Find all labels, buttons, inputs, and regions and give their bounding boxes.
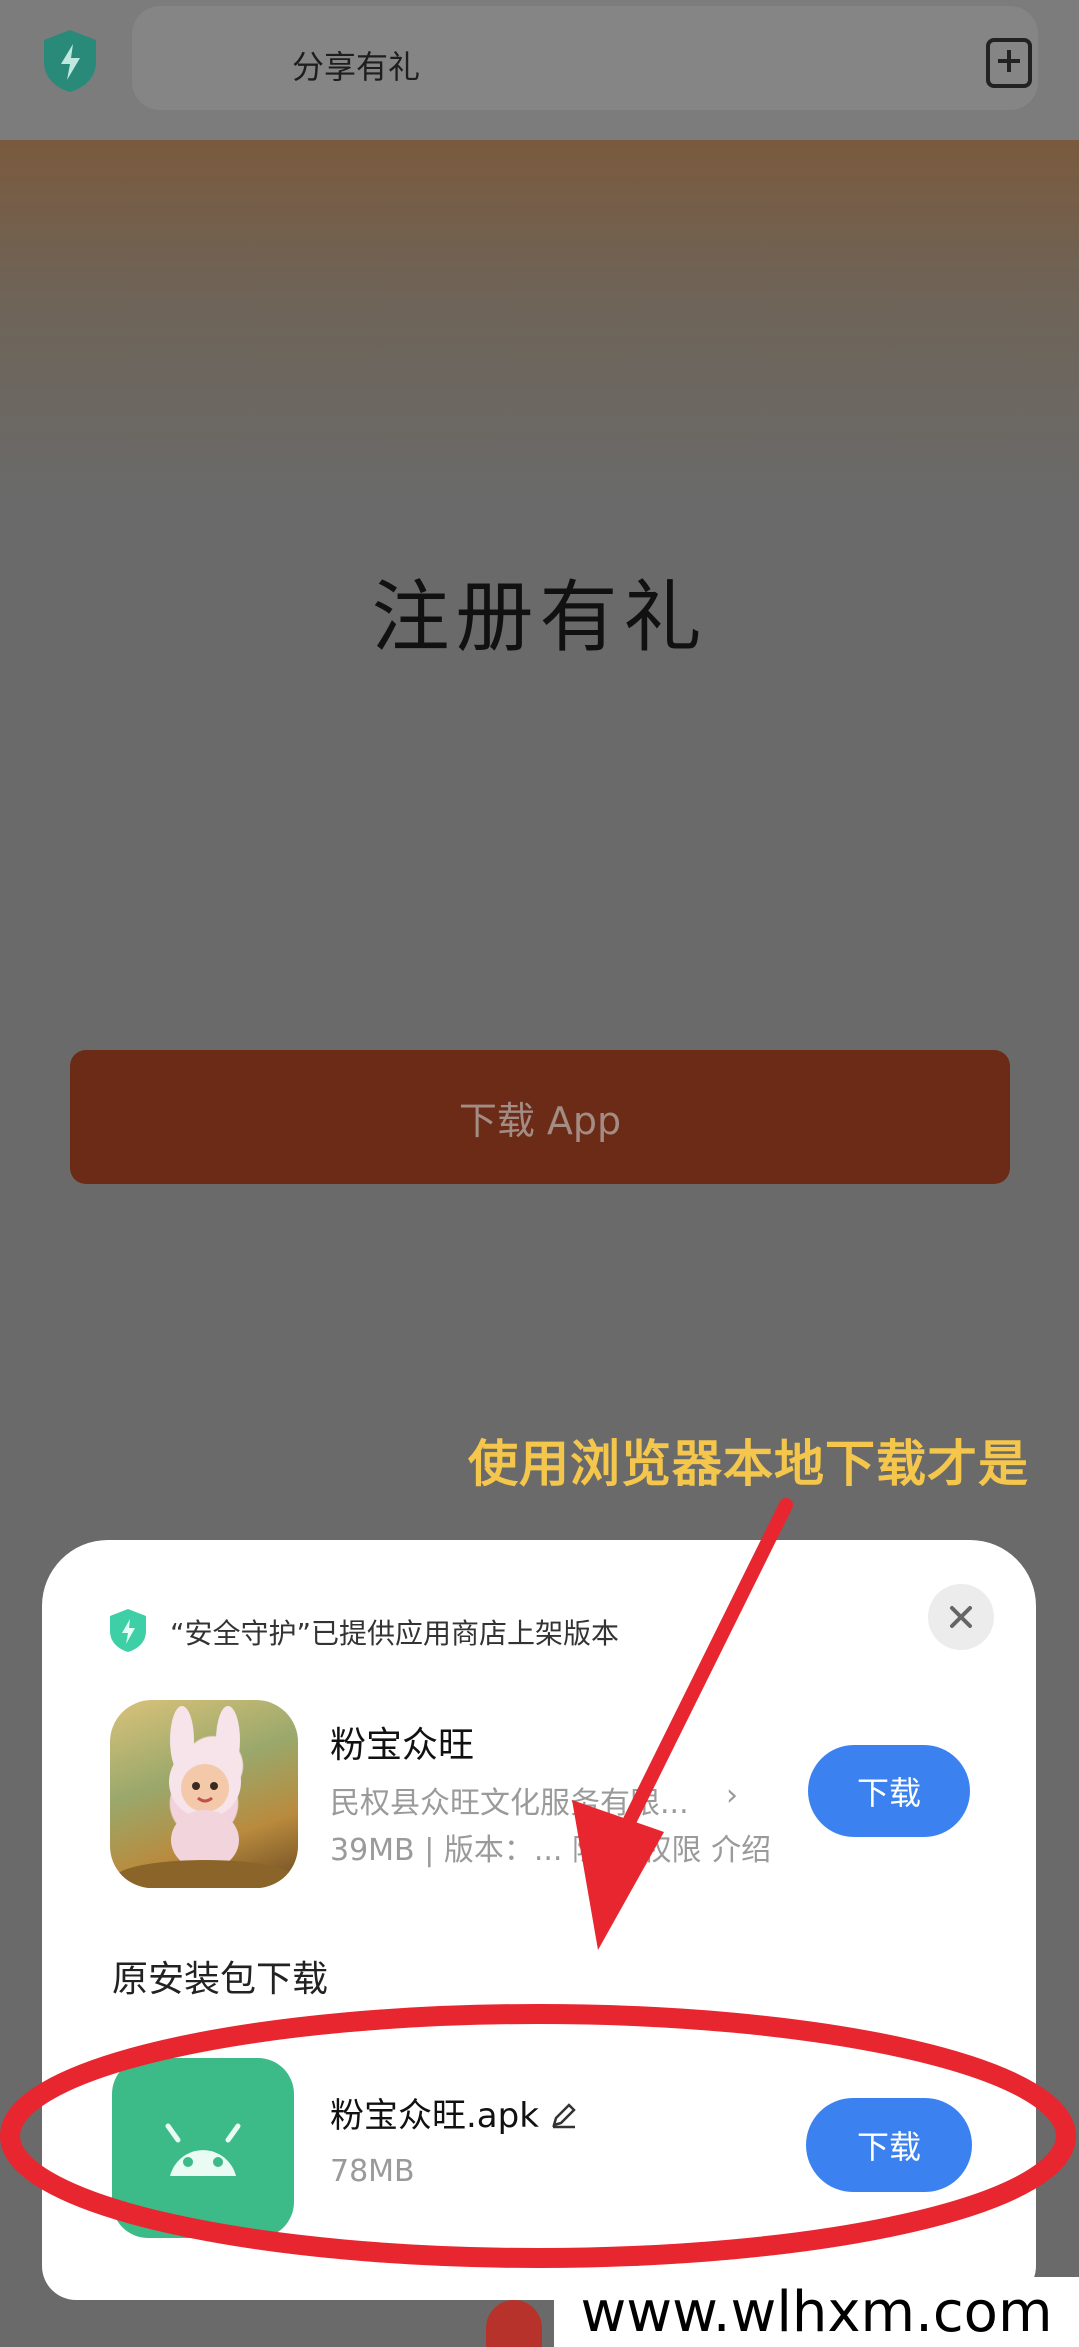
bottom-nav-center-button[interactable] <box>486 2300 542 2347</box>
browser-toolbar: 分享有礼 <box>0 0 1079 140</box>
close-icon <box>950 1606 972 1628</box>
app-name: 粉宝众旺 <box>330 1725 475 1766</box>
download-app-button[interactable]: 下载 App <box>70 1050 1010 1184</box>
security-shield-icon <box>110 1609 146 1652</box>
app-meta: 39MB | 版本：... 隐私 权限 介绍 <box>330 1833 772 1868</box>
close-button[interactable] <box>928 1584 994 1650</box>
privacy-link[interactable]: 隐私 <box>572 1833 632 1868</box>
app-size: 39MB <box>330 1833 415 1868</box>
address-bar[interactable]: 分享有礼 <box>132 6 1038 110</box>
hero-banner <box>0 140 1079 500</box>
annotation-caption: 使用浏览器本地下载才是 <box>468 1435 1029 1493</box>
app-version: 版本：... <box>443 1833 563 1868</box>
apk-filename: 粉宝众旺.apk <box>330 2088 578 2137</box>
app-icon[interactable] <box>110 1700 298 1888</box>
permissions-link[interactable]: 权限 <box>642 1833 702 1868</box>
apk-download-button[interactable]: 下载 <box>806 2098 972 2192</box>
page-title-text: 分享有礼 <box>292 48 421 86</box>
add-bookmark-icon[interactable] <box>984 36 1034 90</box>
chevron-right-icon[interactable]: › <box>726 1778 738 1813</box>
apk-size: 78MB <box>330 2154 415 2189</box>
intro-link[interactable]: 介绍 <box>711 1833 771 1868</box>
apk-icon[interactable] <box>112 2058 294 2238</box>
security-shield-icon[interactable] <box>40 28 100 94</box>
page-heading: 注册有礼 <box>371 573 708 663</box>
store-download-button[interactable]: 下载 <box>808 1745 970 1837</box>
edit-icon[interactable] <box>550 2101 578 2129</box>
app-developer[interactable]: 民权县众旺文化服务有限... <box>330 1778 689 1822</box>
app-character-illustration <box>115 1706 295 1888</box>
watermark: www.wlhxm.com <box>554 2277 1079 2347</box>
security-notice: “安全守护”已提供应用商店上架版本 <box>170 1617 620 1650</box>
download-sheet: “安全守护”已提供应用商店上架版本 粉宝众旺 民权县众旺文化服务有限... › … <box>42 1540 1036 2300</box>
section-title: 原安装包下载 <box>112 1959 329 2000</box>
android-icon <box>165 2123 241 2176</box>
